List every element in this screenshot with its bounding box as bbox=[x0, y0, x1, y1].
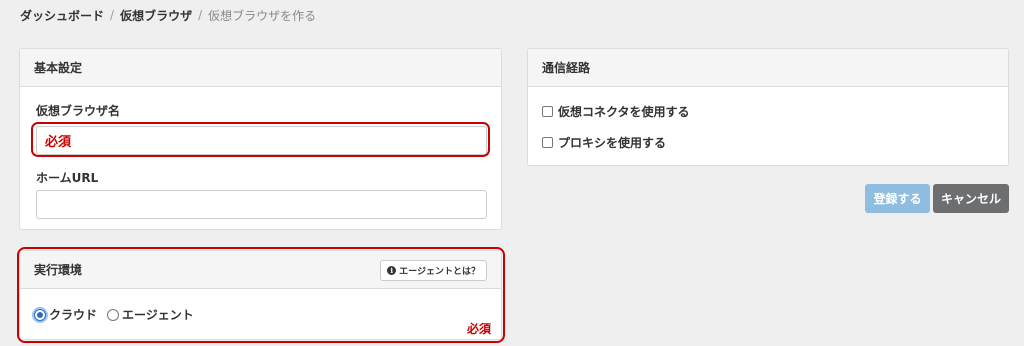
breadcrumb-separator: / bbox=[198, 8, 203, 22]
route-card: 通信経路 仮想コネクタを使用する プロキシを使用する bbox=[527, 48, 1009, 166]
basic-settings-card: 基本設定 仮想ブラウザ名 必須 ホームURL bbox=[19, 48, 502, 230]
cancel-button[interactable]: キャンセル bbox=[933, 184, 1009, 213]
agent-help-button[interactable]: i エージェントとは？ bbox=[380, 260, 487, 281]
proxy-option[interactable]: プロキシを使用する bbox=[542, 134, 666, 151]
exec-env-card: 実行環境 i エージェントとは？ クラウド エージェント 必須 bbox=[19, 250, 502, 340]
proxy-checkbox[interactable] bbox=[542, 137, 553, 148]
agent-label[interactable]: エージェント bbox=[122, 306, 194, 323]
register-button[interactable]: 登録する bbox=[865, 184, 930, 213]
browser-name-required-note: 必須 bbox=[45, 135, 72, 150]
virtual-connector-option[interactable]: 仮想コネクタを使用する bbox=[542, 103, 690, 120]
breadcrumb-item-dashboard[interactable]: ダッシュボード bbox=[20, 7, 104, 24]
exec-env-title: 実行環境 bbox=[34, 263, 83, 277]
browser-name-input[interactable]: 必須 bbox=[36, 126, 487, 155]
breadcrumb-current: 仮想ブラウザを作る bbox=[208, 8, 317, 23]
route-header: 通信経路 bbox=[528, 49, 1008, 87]
basic-settings-header: 基本設定 bbox=[20, 49, 501, 87]
virtual-connector-checkbox[interactable] bbox=[542, 106, 553, 117]
breadcrumb: ダッシュボード / 仮想ブラウザ / 仮想ブラウザを作る bbox=[20, 6, 316, 24]
agent-help-label: エージェントとは？ bbox=[399, 267, 480, 277]
info-icon: i bbox=[387, 266, 397, 275]
cloud-label[interactable]: クラウド bbox=[49, 306, 97, 323]
exec-env-options: クラウド エージェント bbox=[34, 306, 194, 323]
virtual-connector-label: 仮想コネクタを使用する bbox=[558, 105, 690, 119]
agent-radio[interactable] bbox=[107, 308, 120, 321]
browser-name-label: 仮想ブラウザ名 bbox=[36, 104, 121, 118]
exec-env-required-note: 必須 bbox=[466, 322, 491, 336]
breadcrumb-separator: / bbox=[110, 8, 115, 22]
cloud-radio[interactable] bbox=[34, 308, 46, 321]
home-url-label: ホームURL bbox=[36, 171, 99, 185]
home-url-input[interactable] bbox=[36, 190, 487, 219]
proxy-label: プロキシを使用する bbox=[558, 136, 667, 150]
breadcrumb-item-virtual-browser[interactable]: 仮想ブラウザ bbox=[120, 7, 192, 24]
